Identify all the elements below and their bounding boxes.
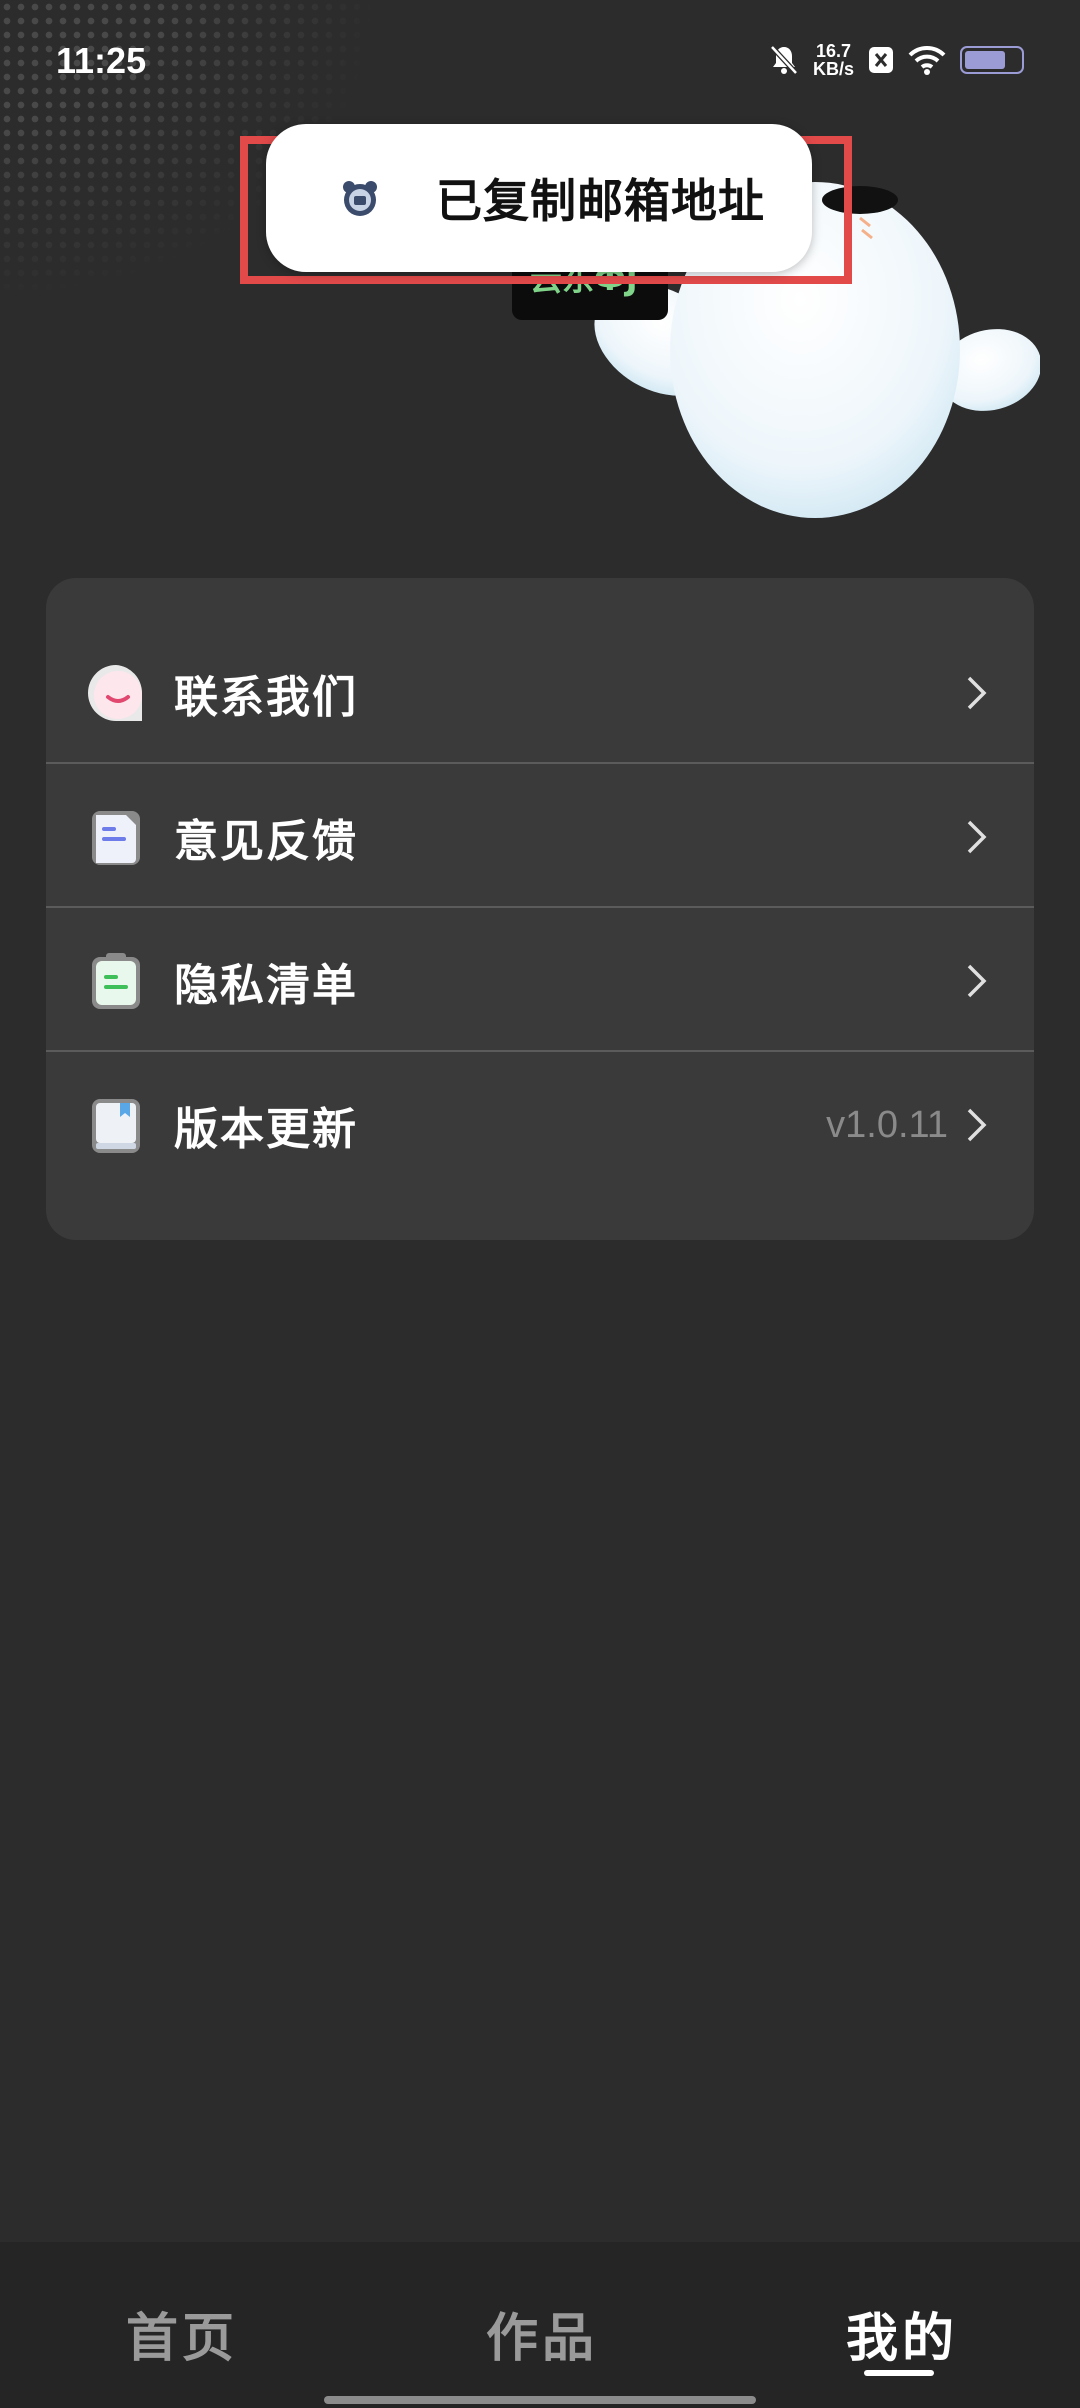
toast: 已复制邮箱地址 [266,124,812,272]
document-icon [92,811,140,865]
home-indicator[interactable] [324,2396,756,2404]
chevron-right-icon [967,820,987,854]
chevron-right-icon [967,676,987,710]
version-number: v1.0.11 [826,1103,948,1146]
divider [46,762,1034,764]
menu-item-version-update[interactable]: 版本更新 v1.0.11 [46,1054,1034,1196]
wifi-icon [908,45,946,75]
settings-menu-card: 联系我们 意见反馈 隐私清单 版本更新 v1.0.11 [46,578,1034,1240]
battery-icon [960,46,1024,74]
menu-item-contact[interactable]: 联系我们 [46,622,1034,764]
chevron-right-icon [967,1108,987,1142]
menu-item-label: 隐私清单 [174,960,358,1011]
bear-logo-icon [343,181,377,216]
status-time: 11:25 [56,40,147,81]
menu-item-feedback[interactable]: 意见反馈 [46,766,1034,908]
net-speed-unit: KB/s [812,59,854,79]
tab-mine[interactable]: 我的 [846,2296,958,2371]
tab-works[interactable]: 作品 [486,2296,598,2371]
menu-item-label: 联系我们 [174,672,358,723]
x-app-icon [869,47,893,73]
divider [46,1050,1034,1052]
active-tab-indicator [864,2370,934,2376]
menu-item-label: 版本更新 [174,1104,358,1155]
bottom-navigation: 首页 作品 我的 [0,2242,1080,2408]
status-icons: 16.7 KB/s [769,42,1024,78]
chevron-right-icon [967,964,987,998]
chat-bubble-icon [88,665,143,721]
menu-item-privacy-list[interactable]: 隐私清单 [46,910,1034,1052]
net-speed-value: 16.7 [815,41,852,61]
divider [46,906,1034,908]
book-icon [92,1099,140,1153]
menu-item-label: 意见反馈 [174,816,358,867]
toast-message: 已复制邮箱地址 [436,174,765,228]
net-speed: 16.7 KB/s [813,42,854,78]
tab-home[interactable]: 首页 [126,2296,238,2371]
clipboard-icon [92,953,140,1009]
bell-off-icon [770,45,798,75]
